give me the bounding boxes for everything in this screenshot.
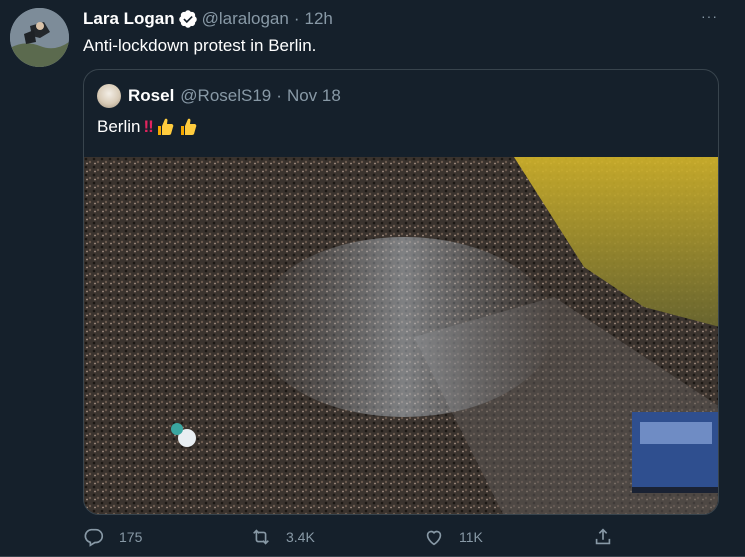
- tweet-time[interactable]: 12h: [305, 8, 333, 30]
- thumbs-up-icon: [155, 117, 175, 137]
- reply-count: 175: [119, 529, 143, 545]
- share-icon: [595, 528, 611, 545]
- like-icon: [426, 530, 442, 546]
- crowd-image: [84, 157, 718, 514]
- reply-button[interactable]: 175: [83, 526, 142, 548]
- retweet-count: 3.4K: [286, 529, 315, 545]
- avatar-image: [10, 8, 69, 67]
- tweet-text: Anti-lockdown protest in Berlin.: [83, 36, 317, 55]
- quoted-handle: @RoselS19: [180, 86, 272, 105]
- separator-dot: ·: [276, 86, 282, 105]
- quoted-tweet[interactable]: Rosel @RoselS19 · Nov 18 Berlin ‼: [83, 69, 719, 515]
- quoted-text-row: Berlin ‼: [97, 116, 198, 138]
- reply-icon: [84, 528, 104, 547]
- verified-icon: [178, 9, 198, 29]
- quoted-author-name: Rosel: [128, 86, 175, 105]
- quoted-video[interactable]: [84, 157, 718, 514]
- retweet-icon: [253, 529, 269, 545]
- separator-dot: ·: [293, 9, 300, 28]
- quoted-date: Nov 18: [286, 86, 341, 105]
- thumbs-up-icon: [178, 117, 198, 137]
- double-exclamation-emoji: ‼: [143, 117, 153, 136]
- quoted-header: Rosel @RoselS19 · Nov 18: [97, 84, 341, 108]
- quoted-avatar: [97, 84, 121, 108]
- author-name[interactable]: Lara Logan: [83, 8, 175, 30]
- action-bar: 175 3.4K 11K: [0, 526, 745, 554]
- tweet[interactable]: Lara Logan @laralogan · 12h ··· Anti-loc…: [0, 0, 745, 557]
- author-handle[interactable]: @laralogan: [202, 8, 289, 30]
- tweet-header: Lara Logan @laralogan · 12h: [83, 8, 333, 30]
- like-button[interactable]: 11K: [423, 526, 483, 548]
- share-button[interactable]: [592, 526, 628, 548]
- more-icon[interactable]: ···: [701, 8, 718, 24]
- author-avatar[interactable]: [10, 8, 69, 67]
- like-count: 11K: [459, 529, 483, 545]
- quoted-text: Berlin: [97, 117, 141, 136]
- retweet-button[interactable]: 3.4K: [250, 526, 315, 548]
